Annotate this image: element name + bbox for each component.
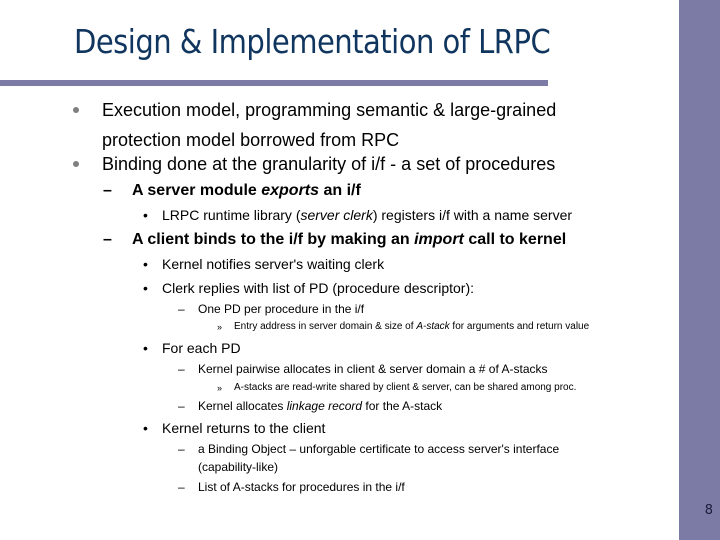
dash-marker: –	[178, 362, 185, 376]
raquo-marker: »	[217, 383, 223, 393]
item-linkage-record: – Kernel allocates linkage record for th…	[178, 399, 443, 413]
raquo-marker: »	[217, 322, 223, 332]
bullet-execution-model: Execution model, programming semantic & …	[73, 100, 556, 121]
item-binding-object: – a Binding Object – unforgable certific…	[178, 442, 560, 456]
dot-marker: •	[143, 340, 148, 356]
title-divider	[0, 80, 548, 86]
item-kernel-pairwise-allocates: – Kernel pairwise allocates in client & …	[178, 362, 548, 376]
dash-marker: –	[178, 302, 185, 316]
item-entry-address: » Entry address in server domain & size …	[217, 321, 590, 332]
subbullet-server-exports: – A server module exports an i/f	[103, 182, 361, 199]
subbullet-client-binds: – A client binds to the i/f by making an…	[103, 231, 567, 248]
item-clerk-replies: • Clerk replies with list of PD (procedu…	[143, 280, 474, 296]
dash-marker: –	[178, 399, 185, 413]
dash-marker: –	[103, 231, 112, 248]
dot-marker: •	[143, 420, 148, 436]
dash-marker: –	[103, 182, 112, 199]
item-binding-object-cont: (capability-like)	[198, 460, 279, 474]
page-number: 8	[704, 503, 713, 518]
bullet-binding-granularity: Binding done at the granularity of i/f -…	[73, 154, 555, 175]
item-astacks-shared: » A-stacks are read-write shared by clie…	[217, 382, 577, 393]
side-accent-bar: 8	[679, 0, 720, 540]
item-kernel-returns: • Kernel returns to the client	[143, 420, 326, 436]
slide-title: Design & Implementation of LRPC	[74, 22, 551, 61]
bullet-execution-model-cont: protection model borrowed from RPC	[102, 130, 400, 150]
item-runtime-library: • LRPC runtime library (server clerk) re…	[143, 207, 573, 223]
dot-marker: •	[143, 256, 148, 272]
item-for-each-pd: • For each PD	[143, 340, 241, 356]
dot-marker: •	[143, 207, 148, 223]
bullet-dot-icon	[73, 161, 79, 167]
dash-marker: –	[178, 442, 185, 456]
item-list-astacks: – List of A-stacks for procedures in the…	[178, 480, 405, 494]
dot-marker: •	[143, 280, 148, 296]
dash-marker: –	[178, 480, 185, 494]
bullet-dot-icon	[73, 107, 79, 113]
item-one-pd-per-procedure: – One PD per procedure in the i/f	[178, 302, 365, 316]
item-kernel-notifies: • Kernel notifies server's waiting clerk	[143, 256, 385, 272]
